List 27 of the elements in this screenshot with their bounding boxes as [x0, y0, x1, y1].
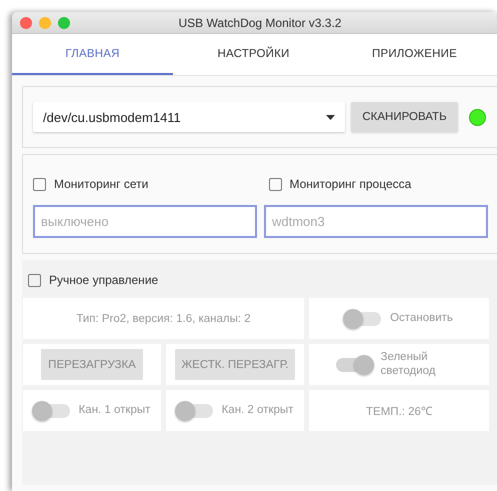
checkbox[interactable]: [28, 274, 41, 286]
tab[interactable]: ПРИЛОЖЕНИЕ: [334, 34, 495, 75]
tab[interactable]: НАСТРОЙКИ: [173, 34, 334, 75]
toggle-switch[interactable]: [345, 312, 382, 326]
toggle-switch[interactable]: [176, 404, 213, 418]
checkbox-label: Мониторинг процесса: [290, 177, 412, 191]
toggle-label: Кан. 1 открыт: [78, 404, 150, 418]
input-field[interactable]: выключено: [33, 205, 257, 238]
minimize-button[interactable]: [39, 16, 51, 28]
toggle-switch[interactable]: [336, 358, 372, 372]
toggle-label: Зеленый светодиод: [380, 350, 437, 378]
checkbox[interactable]: [268, 178, 282, 190]
toggle-label: Кан. 2 открыт: [222, 404, 294, 418]
toggle-switch[interactable]: [34, 404, 70, 418]
window-title: USB WatchDog Monitor v3.3.2: [178, 16, 342, 30]
close-button[interactable]: [20, 16, 32, 28]
caret-icon: [326, 114, 335, 120]
info-text: ТЕМП.: 26℃: [309, 390, 489, 431]
info-text: Тип: Pro2, версия: 1.6, каналы: 2: [23, 298, 304, 339]
checkbox-label: Мониторинг сети: [54, 177, 148, 191]
toggle-label: Остановить: [390, 312, 453, 326]
zoom-button[interactable]: [58, 16, 70, 28]
port-dropdown[interactable]: /dev/cu.usbmodem1411: [33, 102, 345, 132]
scan-button[interactable]: СКАНИРОВАТЬ: [351, 102, 458, 132]
checkbox-label: Ручное управление: [49, 273, 158, 287]
input-field[interactable]: wdtmon3: [264, 205, 488, 238]
checkbox[interactable]: [33, 178, 46, 190]
